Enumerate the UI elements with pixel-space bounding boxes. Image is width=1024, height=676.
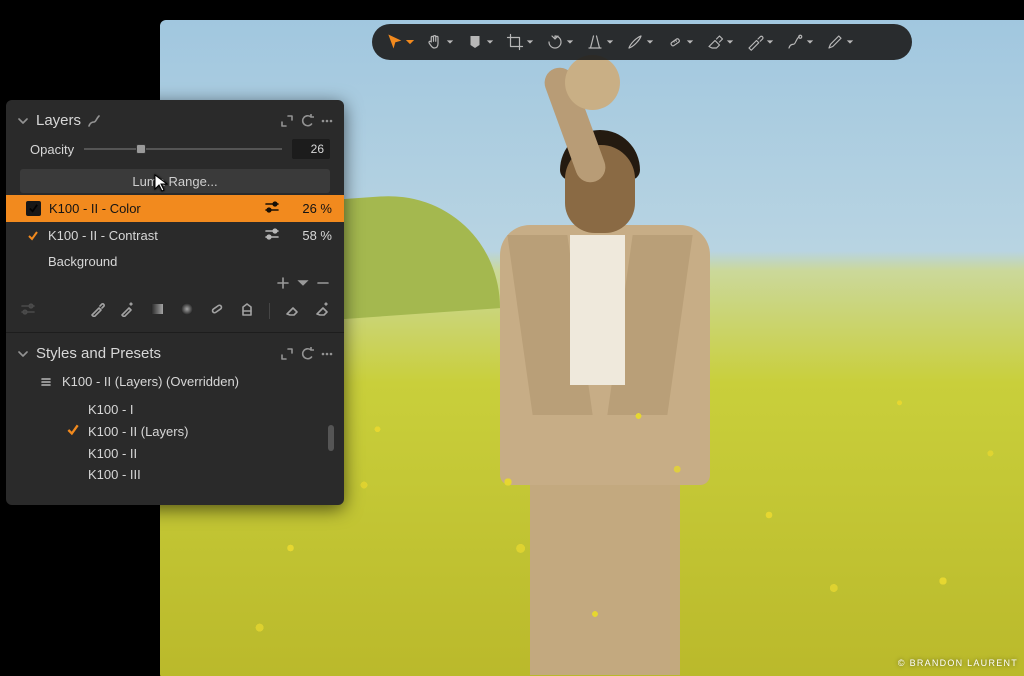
heal-tool[interactable] — [662, 29, 698, 55]
tool-toolbar — [372, 24, 912, 60]
eyedropper-icon[interactable] — [89, 301, 105, 320]
sliders-icon[interactable] — [264, 200, 280, 217]
add-layer-menu-icon[interactable] — [296, 276, 310, 293]
picker-tool[interactable] — [742, 29, 778, 55]
collapse-icon[interactable] — [16, 114, 30, 128]
layer-visibility-checkbox[interactable] — [26, 201, 41, 216]
erase-mask-icon[interactable] — [284, 301, 300, 320]
layers-section: Layers Opacity 26 Luma Range... K100 - I… — [6, 100, 344, 333]
preset-item[interactable]: K100 - II — [66, 443, 330, 464]
applied-preset[interactable]: K100 - II (Layers) (Overridden) — [6, 368, 344, 395]
stack-icon — [40, 376, 52, 388]
expand-icon[interactable] — [280, 347, 294, 361]
layer-list: K100 - II - Color 26 % K100 - II - Contr… — [6, 195, 344, 274]
crop-tool[interactable] — [502, 29, 538, 55]
gradient-mask-icon[interactable] — [149, 301, 165, 320]
preset-item[interactable]: K100 - III — [66, 464, 330, 485]
styles-section: Styles and Presets K100 - II (Layers) (O… — [6, 333, 344, 501]
radial-mask-icon[interactable] — [179, 301, 195, 320]
applied-preset-name: K100 - II (Layers) (Overridden) — [62, 374, 239, 389]
side-panel: Layers Opacity 26 Luma Range... K100 - I… — [6, 100, 344, 505]
draw-brush-tool[interactable] — [782, 29, 818, 55]
fill-tool[interactable] — [462, 29, 498, 55]
opacity-value[interactable]: 26 — [292, 139, 330, 159]
adjust-disabled-icon — [20, 301, 36, 320]
reset-icon[interactable] — [300, 114, 314, 128]
layer-row-color[interactable]: K100 - II - Color 26 % — [6, 195, 344, 222]
preset-item[interactable]: K100 - II (Layers) — [66, 420, 330, 443]
eraser-tool[interactable] — [702, 29, 738, 55]
layer-name: K100 - II - Contrast — [48, 228, 256, 243]
expand-icon[interactable] — [280, 114, 294, 128]
more-icon[interactable] — [320, 347, 334, 361]
preset-item[interactable]: K100 - I — [66, 399, 330, 420]
remove-layer-icon[interactable] — [316, 276, 330, 293]
divider — [269, 303, 270, 319]
collapse-icon[interactable] — [16, 347, 30, 361]
hand-tool[interactable] — [422, 29, 458, 55]
reset-icon[interactable] — [300, 347, 314, 361]
styles-title: Styles and Presets — [36, 345, 161, 362]
more-icon[interactable] — [320, 114, 334, 128]
pencil-tool[interactable] — [822, 29, 858, 55]
brush-tool[interactable] — [622, 29, 658, 55]
brush-picker-icon[interactable] — [87, 114, 101, 128]
opacity-slider[interactable] — [84, 142, 282, 156]
layer-tools-row — [6, 295, 344, 322]
layer-row-contrast[interactable]: K100 - II - Contrast 58 % — [6, 222, 344, 249]
magic-erase-icon[interactable] — [314, 301, 330, 320]
image-credit: © BRANDON LAURENT — [898, 658, 1018, 668]
luma-range-button[interactable]: Luma Range... — [20, 169, 330, 193]
preset-list: K100 - I K100 - II (Layers) K100 - II K1… — [6, 395, 344, 491]
rotate-tool[interactable] — [542, 29, 578, 55]
sliders-icon[interactable] — [264, 227, 280, 244]
layer-percent: 58 % — [288, 228, 332, 243]
keystone-tool[interactable] — [582, 29, 618, 55]
layer-percent: 26 % — [288, 201, 332, 216]
pointer-tool[interactable] — [382, 29, 418, 55]
clone-icon[interactable] — [239, 301, 255, 320]
layers-title: Layers — [36, 112, 81, 129]
scrollbar-thumb[interactable] — [328, 425, 334, 451]
opacity-label: Opacity — [30, 142, 74, 157]
layer-active-icon — [26, 230, 40, 242]
magic-eyedropper-icon[interactable] — [119, 301, 135, 320]
heal-mask-icon[interactable] — [209, 301, 225, 320]
layer-name: K100 - II - Color — [49, 201, 256, 216]
layer-name: Background — [48, 254, 332, 269]
layer-row-background[interactable]: Background — [6, 249, 344, 274]
add-layer-icon[interactable] — [276, 276, 290, 293]
